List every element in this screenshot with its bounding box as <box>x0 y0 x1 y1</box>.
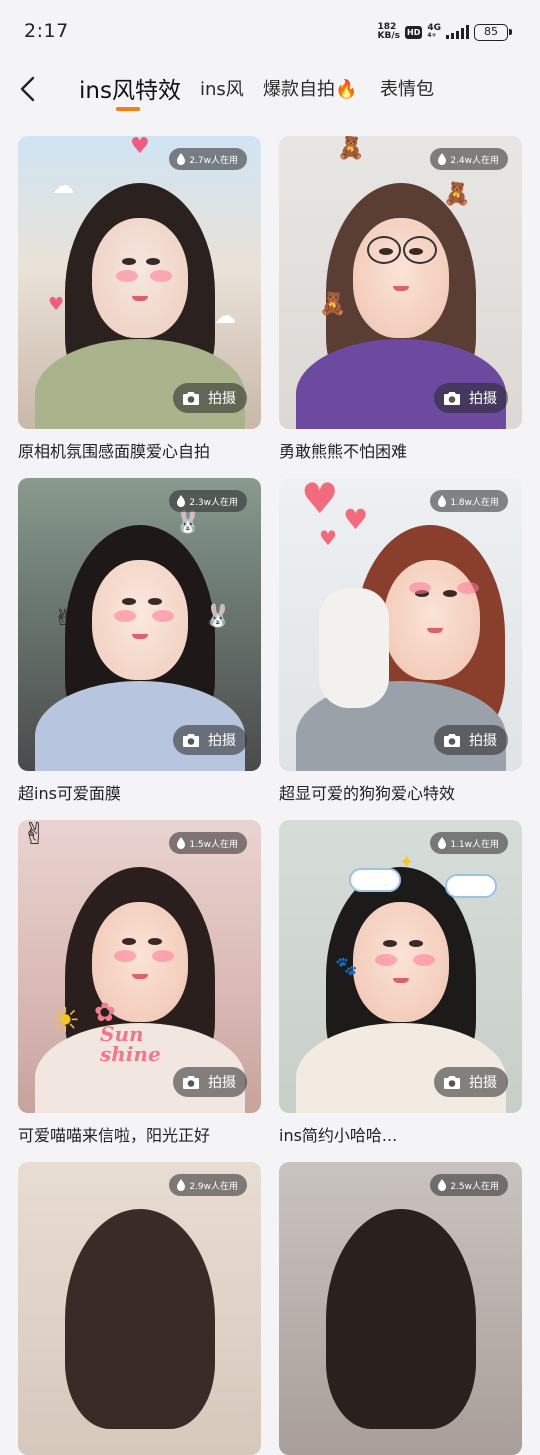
flame-icon <box>177 1179 186 1191</box>
flame-icon <box>438 495 447 507</box>
effect-thumbnail: 🧸 🧸 🧸 2.4w人在用 拍摄 <box>279 136 522 429</box>
usage-badge: 2.5w人在用 <box>430 1174 508 1196</box>
tab-ins-effects[interactable]: ins风特效 <box>79 71 181 105</box>
effect-title: ins简约小哈哈... <box>279 1126 398 1145</box>
shoot-label: 拍摄 <box>208 733 236 749</box>
usage-count: 1.5w人在用 <box>189 839 238 850</box>
signal-icon <box>446 25 469 39</box>
shoot-button[interactable]: 拍摄 <box>173 725 247 755</box>
network-type-sub: 4+ <box>427 32 437 39</box>
effect-thumbnail: ✦ 🐾 1.1w人在用 拍摄 <box>279 820 522 1113</box>
shoot-label: 拍摄 <box>469 1075 497 1091</box>
effect-title: 勇敢熊熊不怕困难 <box>279 442 408 461</box>
shoot-label: 拍摄 <box>208 1075 236 1091</box>
active-tab-indicator <box>116 107 140 111</box>
sticker-text-sun: Sun <box>100 1022 144 1046</box>
shoot-button[interactable]: 拍摄 <box>173 1067 247 1097</box>
effect-thumbnail: ✌ ☀ ✿ Sun shine 1.5w人在用 拍摄 <box>18 820 261 1113</box>
tab-hot-selfie[interactable]: 爆款自拍🔥 <box>263 75 357 101</box>
effect-title: 可爱喵喵来信啦，阳光正好 <box>18 1126 211 1145</box>
tab-ins[interactable]: ins风 <box>200 75 244 101</box>
flame-icon <box>177 153 186 165</box>
usage-badge: 2.7w人在用 <box>169 148 247 170</box>
usage-count: 1.8w人在用 <box>450 497 499 508</box>
usage-count: 1.1w人在用 <box>450 839 499 850</box>
network-type: 4G 4+ <box>427 24 441 40</box>
flame-icon <box>177 495 186 507</box>
shoot-label: 拍摄 <box>469 391 497 407</box>
usage-count: 2.9w人在用 <box>189 1181 238 1192</box>
usage-count: 2.3w人在用 <box>189 497 238 508</box>
usage-count: 2.5w人在用 <box>450 1181 499 1192</box>
effect-title: 超显可爱的狗狗爱心特效 <box>279 784 456 803</box>
flame-icon <box>438 153 447 165</box>
usage-badge: 2.3w人在用 <box>169 490 247 512</box>
camera-icon <box>444 1075 460 1089</box>
battery-icon: 85 <box>474 23 512 41</box>
effect-card[interactable]: ♥ ♥ ♥ 1.8w人在用 拍摄 超显可爱的狗狗爱心特效 <box>279 478 522 804</box>
effect-card[interactable]: 🐰 🐰 ✌ 2.3w人在用 拍摄 超ins可爱面膜 <box>18 478 261 804</box>
network-speed-unit: KB/s <box>377 31 400 41</box>
effect-card[interactable]: ✦ 🐾 1.1w人在用 拍摄 ins简约小哈哈... <box>279 820 522 1146</box>
usage-count: 2.7w人在用 <box>189 155 238 166</box>
effect-card[interactable]: ☁ ♥ ♥ ☁ 2.7w人在用 拍摄 原相机氛围感面膜爱心自拍 <box>18 136 261 462</box>
network-speed: 182 KB/s <box>378 23 400 41</box>
camera-icon <box>183 733 199 747</box>
usage-count: 2.4w人在用 <box>450 155 499 166</box>
shoot-button[interactable]: 拍摄 <box>434 383 508 413</box>
network-type-label: 4G <box>427 23 441 33</box>
shoot-button[interactable]: 拍摄 <box>434 725 508 755</box>
effect-thumbnail: ♥ ♥ ♥ 1.8w人在用 拍摄 <box>279 478 522 771</box>
tab-bar: ins风特效 ins风 爆款自拍🔥 表情包 <box>0 62 540 122</box>
shoot-label: 拍摄 <box>469 733 497 749</box>
hd-icon: HD <box>405 25 423 39</box>
flame-icon <box>438 1179 447 1191</box>
shoot-button[interactable]: 拍摄 <box>434 1067 508 1097</box>
effect-thumbnail: 2.9w人在用 <box>18 1162 261 1455</box>
usage-badge: 1.8w人在用 <box>430 490 508 512</box>
flame-icon <box>177 837 186 849</box>
usage-badge: 2.9w人在用 <box>169 1174 247 1196</box>
status-indicators: 182 KB/s HD 4G 4+ 85 <box>378 21 512 43</box>
usage-badge: 1.5w人在用 <box>169 832 247 854</box>
header: ins风特效 ins风 爆款自拍🔥 表情包 <box>0 62 540 122</box>
effect-thumbnail: 🐰 🐰 ✌ 2.3w人在用 拍摄 <box>18 478 261 771</box>
flame-icon <box>438 837 447 849</box>
effect-title: 原相机氛围感面膜爱心自拍 <box>18 442 211 461</box>
effect-card[interactable]: 2.9w人在用 <box>18 1162 261 1455</box>
battery-level: 85 <box>484 24 498 38</box>
effect-card[interactable]: 2.5w人在用 <box>279 1162 522 1455</box>
effect-card[interactable]: 🧸 🧸 🧸 2.4w人在用 拍摄 勇敢熊熊不怕困难 <box>279 136 522 462</box>
usage-badge: 2.4w人在用 <box>430 148 508 170</box>
shoot-label: 拍摄 <box>208 391 236 407</box>
camera-icon <box>444 391 460 405</box>
shoot-button[interactable]: 拍摄 <box>173 383 247 413</box>
effect-thumbnail: 2.5w人在用 <box>279 1162 522 1455</box>
effect-thumbnail: ☁ ♥ ♥ ☁ 2.7w人在用 拍摄 <box>18 136 261 429</box>
effect-title: 超ins可爱面膜 <box>18 784 121 803</box>
status-bar: 2:17 182 KB/s HD 4G 4+ 85 <box>0 0 540 62</box>
usage-badge: 1.1w人在用 <box>430 832 508 854</box>
tab-emoji[interactable]: 表情包 <box>380 75 434 101</box>
sticker-text-shine: shine <box>100 1042 161 1066</box>
camera-icon <box>183 1075 199 1089</box>
camera-icon <box>444 733 460 747</box>
camera-icon <box>183 391 199 405</box>
status-time: 2:17 <box>24 20 69 42</box>
effect-card[interactable]: ✌ ☀ ✿ Sun shine 1.5w人在用 拍摄 可爱喵喵来信啦，阳光正好 <box>18 820 261 1146</box>
